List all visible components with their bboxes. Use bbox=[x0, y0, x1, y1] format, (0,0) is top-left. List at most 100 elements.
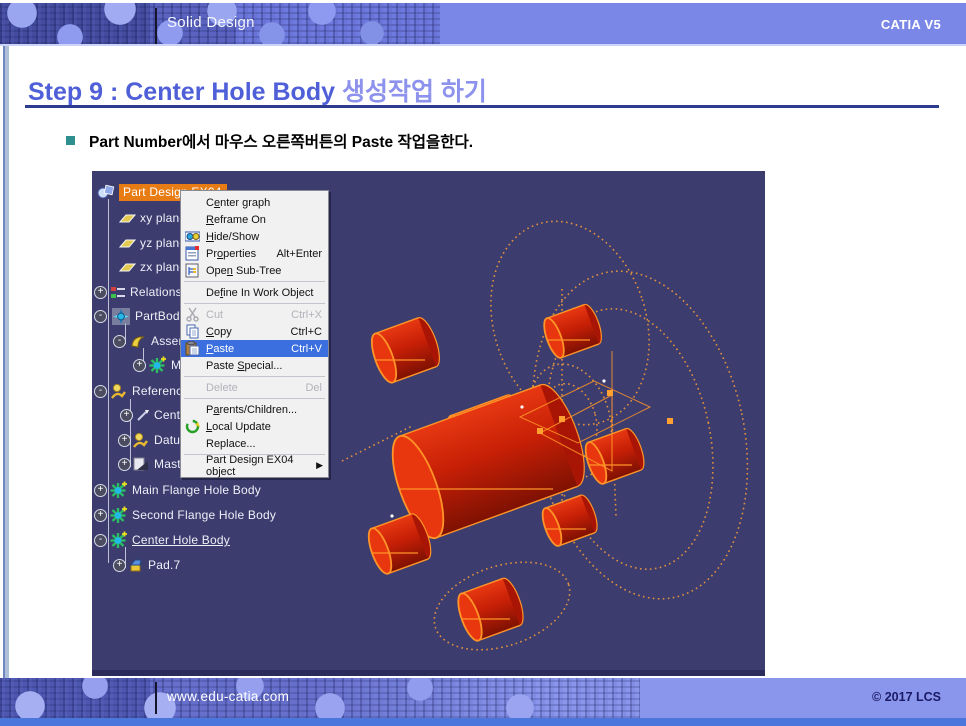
collapse-icon[interactable]: - bbox=[113, 335, 126, 348]
menu-item-label: Delete bbox=[206, 382, 238, 394]
page-title: Step 9 : Center Hole Body 생성작업 하기 bbox=[28, 72, 487, 108]
menu-item-shortcut: Ctrl+C bbox=[283, 326, 322, 338]
footer-bottom-strip bbox=[0, 718, 966, 726]
menu-item-label: Reframe On bbox=[206, 214, 266, 226]
tree-item-referenc[interactable]: -Referenc bbox=[110, 381, 182, 401]
menu-item-center-graph[interactable]: Center graph bbox=[181, 194, 328, 211]
collapse-icon[interactable]: - bbox=[94, 385, 107, 398]
sketch-icon bbox=[136, 408, 150, 422]
catia-viewport[interactable]: Part Design EX04xy planeyz planezx plane… bbox=[92, 171, 765, 676]
expand-icon[interactable]: + bbox=[94, 509, 107, 522]
tree-item-label: Center Hole Body bbox=[132, 533, 230, 547]
geoset-icon bbox=[110, 383, 128, 400]
relations-icon bbox=[110, 285, 126, 300]
boolean-icon bbox=[129, 333, 147, 349]
tree-item-label: Main Flange Hole Body bbox=[132, 483, 261, 497]
submenu-arrow-icon: ▶ bbox=[316, 460, 323, 471]
master-icon bbox=[132, 456, 150, 472]
collapse-icon[interactable]: - bbox=[94, 310, 107, 323]
expand-icon[interactable]: + bbox=[120, 409, 133, 422]
menu-item-label: Hide/Show bbox=[206, 231, 259, 243]
menu-item-define-in-work-object[interactable]: Define In Work Object bbox=[181, 284, 328, 301]
header-right-label: CATIA V5 bbox=[881, 17, 941, 32]
hide-show-icon bbox=[185, 229, 200, 244]
footer-bar: www.edu-catia.com © 2017 LCS bbox=[0, 678, 966, 718]
menu-item-copy[interactable]: Copy Ctrl+C bbox=[181, 323, 328, 340]
geoset-icon bbox=[132, 432, 150, 449]
menu-item-properties[interactable]: PropertiesAlt+Enter bbox=[181, 245, 328, 262]
expand-icon[interactable]: + bbox=[118, 458, 131, 471]
page-title-korean: 생성작업 하기 bbox=[335, 78, 487, 106]
menu-item-label: Define In Work Object bbox=[206, 287, 313, 299]
menu-separator bbox=[184, 376, 325, 377]
menu-item-label: Local Update bbox=[206, 421, 271, 433]
menu-item-label: Replace... bbox=[206, 438, 256, 450]
tree-item-second-flange-hole-body[interactable]: +Second Flange Hole Body bbox=[106, 505, 276, 525]
menu-separator bbox=[184, 303, 325, 304]
menu-item-paste-special[interactable]: Paste Special... bbox=[181, 357, 328, 374]
header-bar: Solid Design CATIA V5 bbox=[0, 3, 966, 44]
menu-item-shortcut: Del bbox=[297, 382, 322, 394]
tree-item-zx-plane[interactable]: zx plane bbox=[116, 257, 186, 277]
menu-item-paste[interactable]: Paste Ctrl+V bbox=[181, 340, 328, 357]
local-update-icon bbox=[185, 419, 200, 434]
menu-item-label: Part Design EX04 object bbox=[206, 454, 322, 478]
open-subtree-icon bbox=[185, 263, 200, 278]
body-icon bbox=[108, 506, 128, 525]
tree-item-xy-plane[interactable]: xy plane bbox=[116, 208, 186, 228]
tree-item-label: Referenc bbox=[132, 384, 182, 398]
title-rule bbox=[25, 105, 939, 108]
expand-icon[interactable]: + bbox=[94, 286, 107, 299]
menu-item-part-design-ex04-object[interactable]: Part Design EX04 object▶ bbox=[181, 457, 328, 474]
menu-item-delete: Delete Del bbox=[181, 379, 328, 396]
menu-item-label: Cut bbox=[206, 309, 223, 321]
collapse-icon[interactable]: - bbox=[94, 534, 107, 547]
tree-item-label: PartBody bbox=[135, 309, 186, 323]
tree-item-center-hole-body[interactable]: -Center Hole Body bbox=[106, 530, 230, 550]
tree-item-label: Relations bbox=[130, 285, 182, 299]
menu-item-label: Copy bbox=[206, 326, 232, 338]
body-icon bbox=[108, 481, 128, 500]
menu-item-reframe-on[interactable]: Reframe On bbox=[181, 211, 328, 228]
menu-item-label: Open Sub-Tree bbox=[206, 265, 281, 277]
tree-item-label: Second Flange Hole Body bbox=[132, 508, 276, 522]
menu-separator bbox=[184, 281, 325, 282]
footer-site-url: www.edu-catia.com bbox=[167, 689, 289, 704]
paste-icon bbox=[185, 341, 200, 356]
header-left-label: Solid Design bbox=[167, 14, 255, 31]
expand-icon[interactable]: + bbox=[133, 359, 146, 372]
expand-icon[interactable]: + bbox=[113, 559, 126, 572]
pad-icon bbox=[128, 557, 144, 573]
header-divider-line bbox=[155, 8, 157, 44]
bullet-text: Part Number에서 마우스 오른쪽버튼의 Paste 작업을한다. bbox=[89, 130, 473, 152]
menu-item-shortcut: Ctrl+X bbox=[283, 309, 322, 321]
properties-icon bbox=[185, 246, 200, 261]
part-icon bbox=[97, 184, 115, 201]
tree-item-yz-plane[interactable]: yz plane bbox=[116, 233, 186, 253]
expand-icon[interactable]: + bbox=[94, 484, 107, 497]
expand-icon[interactable]: + bbox=[118, 434, 131, 447]
plane-icon bbox=[116, 261, 136, 273]
menu-separator bbox=[184, 398, 325, 399]
menu-item-replace[interactable]: Replace... bbox=[181, 435, 328, 452]
menu-item-open-sub-tree[interactable]: Open Sub-Tree bbox=[181, 262, 328, 279]
menu-item-label: Paste bbox=[206, 343, 234, 355]
tree-item-pad-7[interactable]: +Pad.7 bbox=[128, 555, 180, 575]
footer-divider-line bbox=[155, 682, 157, 714]
tree-item-partbody[interactable]: -PartBody bbox=[111, 306, 186, 326]
tree-item-label: Pad.7 bbox=[148, 558, 180, 572]
menu-item-parents-children[interactable]: Parents/Children... bbox=[181, 401, 328, 418]
copy-icon bbox=[185, 324, 200, 339]
menu-item-hide-show[interactable]: Hide/Show bbox=[181, 228, 328, 245]
cut-icon bbox=[185, 307, 200, 322]
menu-item-local-update[interactable]: Local Update bbox=[181, 418, 328, 435]
menu-item-label: Center graph bbox=[206, 197, 270, 209]
slide-left-border bbox=[0, 46, 9, 678]
viewport-bottom-edge bbox=[92, 670, 765, 676]
tree-item-relations[interactable]: +Relations bbox=[110, 282, 182, 302]
page-title-english: Step 9 : Center Hole Body bbox=[28, 78, 335, 106]
menu-item-shortcut: Ctrl+V bbox=[283, 343, 322, 355]
menu-item-label: Properties bbox=[206, 248, 256, 260]
tree-item-main-flange-hole-body[interactable]: +Main Flange Hole Body bbox=[106, 480, 261, 500]
menu-item-label: Parents/Children... bbox=[206, 404, 297, 416]
